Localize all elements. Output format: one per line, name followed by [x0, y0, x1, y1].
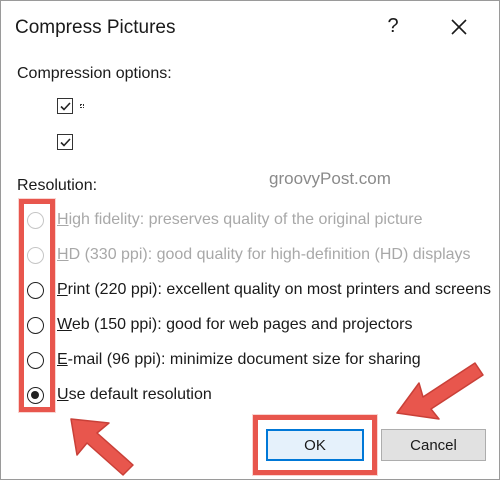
help-button[interactable]: ? — [383, 15, 403, 38]
radio-email-96[interactable]: E-mail (96 ppi): minimize document size … — [27, 348, 421, 372]
radio-print-220[interactable]: Print (220 ppi): excellent quality on mo… — [27, 278, 491, 302]
radio-label: HD (330 ppi): good quality for high-defi… — [57, 246, 471, 263]
annotation-highlight-ok — [253, 415, 377, 475]
apply-only-checkbox[interactable] — [57, 98, 73, 114]
radio-label: E-mail (96 ppi): minimize document size … — [57, 351, 421, 368]
radio-web-150[interactable]: Web (150 ppi): good for web pages and pr… — [27, 313, 412, 337]
close-button[interactable] — [447, 15, 471, 39]
radio-label: Print (220 ppi): excellent quality on mo… — [57, 281, 491, 298]
compression-options-label: Compression options: — [17, 65, 172, 82]
cancel-button[interactable]: Cancel — [381, 429, 486, 461]
checkmark-icon — [60, 138, 71, 147]
compress-pictures-dialog: Compress Pictures ? Compression options:… — [0, 0, 500, 480]
resolution-label: Resolution: — [17, 177, 98, 194]
annotation-highlight-radios — [19, 199, 55, 412]
delete-cropped-checkbox[interactable] — [57, 134, 73, 150]
checkmark-icon — [60, 102, 71, 111]
annotation-arrow-icon — [396, 362, 484, 420]
delete-cropped-checkbox-row[interactable] — [57, 131, 82, 153]
watermark: groovyPost.com — [269, 169, 391, 188]
close-icon — [451, 19, 467, 35]
annotation-arrow-icon — [70, 418, 134, 476]
radio-high-fidelity[interactable]: High fidelity: preserves quality of the … — [27, 208, 423, 232]
dialog-title: Compress Pictures — [15, 17, 176, 38]
radio-label: Use default resolution — [57, 386, 212, 403]
radio-label: High fidelity: preserves quality of the … — [57, 211, 423, 228]
apply-only-checkbox-row[interactable] — [57, 95, 82, 117]
radio-hd-330[interactable]: HD (330 ppi): good quality for high-defi… — [27, 243, 471, 267]
radio-label: Web (150 ppi): good for web pages and pr… — [57, 316, 413, 333]
